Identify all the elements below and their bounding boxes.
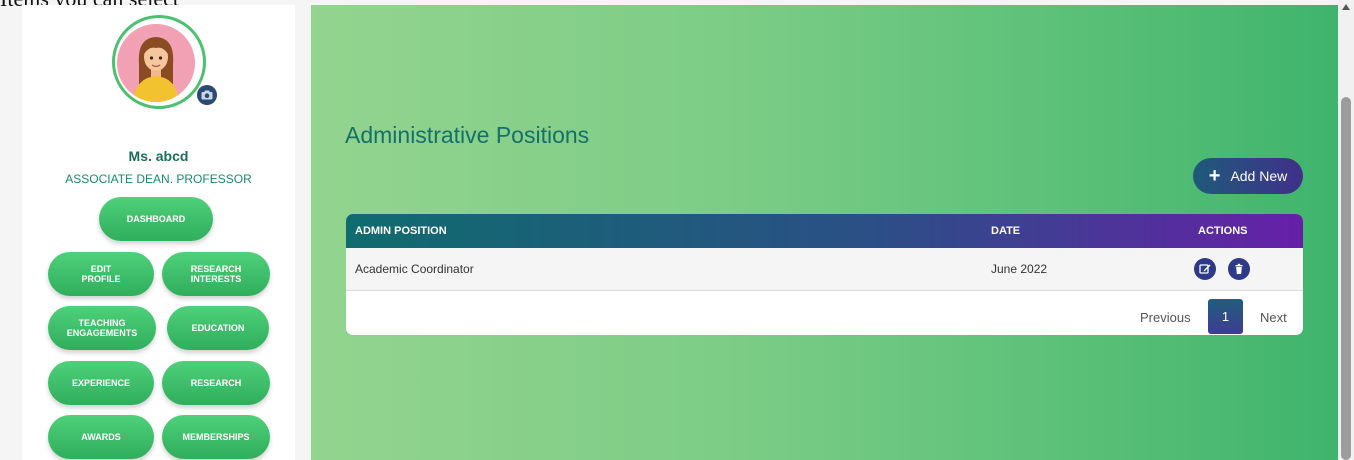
nav-memberships-button[interactable]: MEMBERSHIPS xyxy=(162,415,270,459)
user-name: Ms. abcd xyxy=(128,148,189,164)
nav-edit-profile-button[interactable]: EDIT PROFILE xyxy=(48,252,154,296)
avatar[interactable] xyxy=(117,24,195,102)
table-row: Academic Coordinator June 2022 xyxy=(346,248,1303,291)
pagination-previous[interactable]: Previous xyxy=(1140,310,1191,325)
nav-experience-button[interactable]: EXPERIENCE xyxy=(48,361,154,405)
vertical-scrollbar[interactable] xyxy=(1338,0,1354,460)
nav-awards-button[interactable]: AWARDS xyxy=(48,415,154,459)
nav-education-button[interactable]: EDUCATION xyxy=(167,306,269,350)
delete-row-button[interactable] xyxy=(1228,258,1250,280)
main-content: Administrative Positions + Add New ADMIN… xyxy=(311,5,1338,460)
scrollbar-thumb[interactable] xyxy=(1341,97,1351,460)
column-header-date: DATE xyxy=(991,225,1021,237)
edit-row-button[interactable] xyxy=(1194,258,1216,280)
cell-position: Academic Coordinator xyxy=(355,262,474,276)
scroll-up-arrow-icon[interactable] xyxy=(1342,4,1350,10)
table-header: ADMIN POSITION DATE ACTIONS xyxy=(346,214,1303,248)
cell-date: June 2022 xyxy=(991,262,1048,276)
add-new-label: Add New xyxy=(1230,168,1288,184)
column-header-actions: ACTIONS xyxy=(1198,225,1248,237)
pagination-next[interactable]: Next xyxy=(1260,310,1287,325)
change-photo-button[interactable] xyxy=(197,85,217,105)
user-role: ASSOCIATE DEAN. PROFESSOR xyxy=(65,172,252,186)
nav-research-interests-button[interactable]: RESEARCH INTERESTS xyxy=(162,252,270,296)
page-title: Administrative Positions xyxy=(345,122,590,148)
plus-icon: + xyxy=(1208,165,1221,187)
sidebar: Ms. abcd ASSOCIATE DEAN. PROFESSOR DASHB… xyxy=(22,5,295,460)
nav-teaching-engagements-button[interactable]: TEACHING ENGAGEMENTS xyxy=(48,306,156,350)
nav-research-button[interactable]: RESEARCH xyxy=(162,361,270,405)
camera-icon xyxy=(201,90,213,100)
add-new-button[interactable]: + Add New xyxy=(1193,158,1303,194)
edit-icon xyxy=(1199,264,1211,274)
trash-icon xyxy=(1235,263,1243,274)
avatar-illustration xyxy=(133,37,179,102)
admin-positions-table: ADMIN POSITION DATE ACTIONS Academic Coo… xyxy=(346,214,1303,335)
nav-dashboard-button[interactable]: DASHBOARD xyxy=(99,197,213,241)
pagination-page-current[interactable]: 1 xyxy=(1208,299,1243,334)
column-header-position: ADMIN POSITION xyxy=(355,225,447,237)
